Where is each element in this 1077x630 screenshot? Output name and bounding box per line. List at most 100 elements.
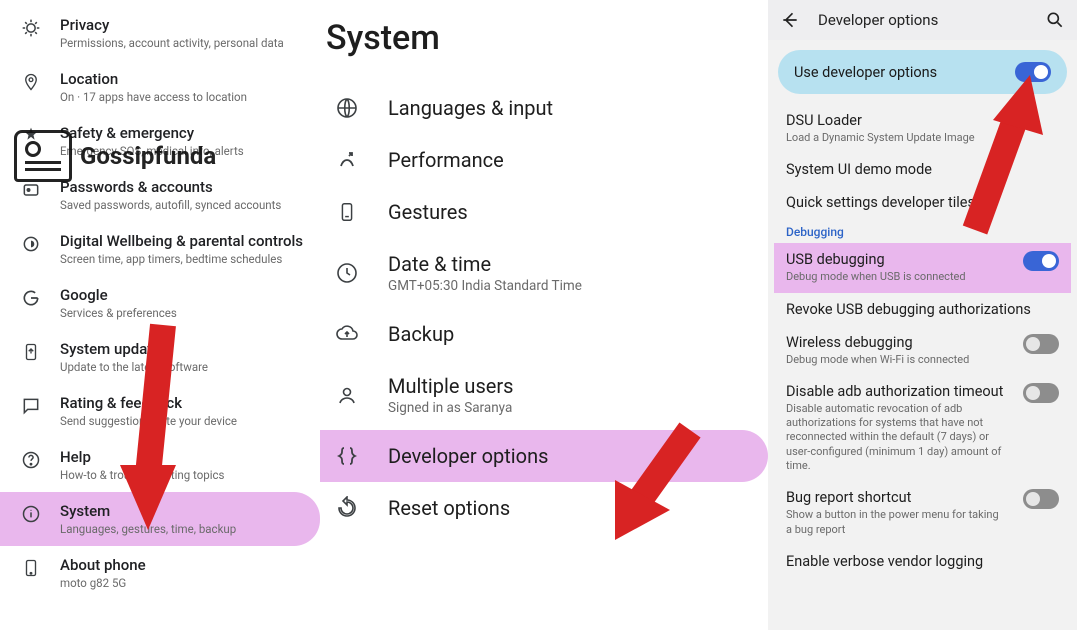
item-title: About phone xyxy=(60,556,146,574)
item-sub: Show a button in the power menu for taki… xyxy=(786,508,1006,537)
item-sub: Debug mode when USB is connected xyxy=(786,270,966,284)
item-title: Bug report shortcut xyxy=(786,489,1006,506)
item-title: Gestures xyxy=(388,200,468,224)
watermark-text: Gossipfunda xyxy=(80,142,216,170)
page-title: System xyxy=(320,8,768,82)
settings-item-google[interactable]: Google Services & preferences xyxy=(0,276,320,330)
system-item-users[interactable]: Multiple users Signed in as Saranya xyxy=(320,360,768,430)
users-icon xyxy=(334,383,360,407)
item-sub: Saved passwords, autofill, synced accoun… xyxy=(60,198,281,212)
settings-item-system[interactable]: System Languages, gestures, time, backup xyxy=(0,492,320,546)
item-title: Developer options xyxy=(388,444,548,468)
item-title: Date & time xyxy=(388,252,582,276)
settings-item-help[interactable]: Help How-to & troubleshooting topics xyxy=(0,438,320,492)
item-sub: Send suggestions, rate your device xyxy=(60,414,237,428)
help-icon xyxy=(20,450,42,470)
appbar: Developer options xyxy=(768,0,1077,40)
performance-icon xyxy=(334,148,360,172)
toggle-switch-icon[interactable] xyxy=(1023,489,1059,509)
location-icon xyxy=(20,72,42,92)
item-sub: Load a Dynamic System Update Image xyxy=(786,131,975,145)
item-title: Privacy xyxy=(60,16,284,34)
item-sub: How-to & troubleshooting topics xyxy=(60,468,224,482)
dev-item-dsu[interactable]: DSU Loader Load a Dynamic System Update I… xyxy=(774,104,1071,153)
search-icon[interactable] xyxy=(1045,10,1065,30)
item-title: Enable verbose vendor logging xyxy=(786,553,983,570)
item-sub: Permissions, account activity, personal … xyxy=(60,36,284,50)
watermark-logo: Gossipfunda xyxy=(14,130,216,182)
item-title: DSU Loader xyxy=(786,112,975,129)
settings-item-privacy[interactable]: Privacy Permissions, account activity, pe… xyxy=(0,6,320,60)
item-title: Quick settings developer tiles xyxy=(786,194,975,211)
key-icon xyxy=(20,180,42,200)
info-icon xyxy=(20,504,42,524)
privacy-icon xyxy=(20,18,42,38)
settings-item-location[interactable]: Location On · 17 apps have access to loca… xyxy=(0,60,320,114)
item-title: Help xyxy=(60,448,224,466)
system-item-languages[interactable]: Languages & input xyxy=(320,82,768,134)
item-title: Google xyxy=(60,286,177,304)
system-item-performance[interactable]: Performance xyxy=(320,134,768,186)
appbar-title: Developer options xyxy=(818,11,1027,29)
toggle-switch-icon[interactable] xyxy=(1023,251,1059,271)
developer-options-screen[interactable]: Developer options Use developer options … xyxy=(768,0,1077,630)
item-title: Rating & feedback xyxy=(60,394,237,412)
item-sub: Languages, gestures, time, backup xyxy=(60,522,236,536)
wellbeing-icon xyxy=(20,234,42,254)
globe-icon xyxy=(334,96,360,120)
item-title: Location xyxy=(60,70,247,88)
settings-item-wellbeing[interactable]: Digital Wellbeing & parental controls Scr… xyxy=(0,222,320,276)
item-title: Disable adb authorization timeout xyxy=(786,383,1006,400)
item-sub: Screen time, app timers, bedtime schedul… xyxy=(60,252,303,266)
feedback-icon xyxy=(20,396,42,416)
system-item-datetime[interactable]: Date & time GMT+05:30 India Standard Time xyxy=(320,238,768,308)
gestures-icon xyxy=(334,200,360,224)
item-sub: moto g82 5G xyxy=(60,576,146,590)
dev-item-bugreport[interactable]: Bug report shortcut Show a button in the … xyxy=(774,481,1071,545)
dev-item-wireless-debugging[interactable]: Wireless debuggingDebug mode when Wi-Fi … xyxy=(774,326,1071,375)
system-item-reset[interactable]: Reset options xyxy=(320,482,768,534)
dev-item-revoke-usb[interactable]: Revoke USB debugging authorizations xyxy=(774,293,1071,326)
system-item-backup[interactable]: Backup xyxy=(320,308,768,360)
toggle-switch-icon[interactable] xyxy=(1015,62,1051,82)
use-developer-options-toggle[interactable]: Use developer options xyxy=(778,50,1067,94)
item-title: USB debugging xyxy=(786,251,966,268)
settings-item-system-update[interactable]: System update Update to the latest softwa… xyxy=(0,330,320,384)
phone-icon xyxy=(20,558,42,578)
item-sub: Update to the latest software xyxy=(60,360,208,374)
google-icon xyxy=(20,288,42,308)
item-sub: On · 17 apps have access to location xyxy=(60,90,247,104)
settings-main-list[interactable]: Privacy Permissions, account activity, pe… xyxy=(0,0,320,630)
item-sub: Signed in as Saranya xyxy=(388,400,513,416)
item-title: System update xyxy=(60,340,208,358)
toggle-label: Use developer options xyxy=(794,64,937,81)
braces-icon xyxy=(334,444,360,468)
dev-item-quick-tiles[interactable]: Quick settings developer tiles xyxy=(774,186,1071,219)
logo-icon xyxy=(14,130,72,182)
item-sub: Debug mode when Wi-Fi is connected xyxy=(786,353,969,367)
item-title: Digital Wellbeing & parental controls xyxy=(60,232,303,250)
settings-item-feedback[interactable]: Rating & feedback Send suggestions, rate … xyxy=(0,384,320,438)
reset-icon xyxy=(334,496,360,520)
item-title: Revoke USB debugging authorizations xyxy=(786,301,1031,318)
system-item-gestures[interactable]: Gestures xyxy=(320,186,768,238)
item-sub: Disable automatic revocation of adb auth… xyxy=(786,402,1006,473)
section-debugging: Debugging xyxy=(774,219,1071,243)
dev-item-usb-debugging[interactable]: USB debugging Debug mode when USB is conn… xyxy=(774,243,1071,292)
system-item-developer-options[interactable]: Developer options xyxy=(320,430,768,482)
item-sub: GMT+05:30 India Standard Time xyxy=(388,278,582,294)
settings-item-about[interactable]: About phone moto g82 5G xyxy=(0,546,320,600)
item-sub: Services & preferences xyxy=(60,306,177,320)
toggle-switch-icon[interactable] xyxy=(1023,383,1059,403)
item-title: System xyxy=(60,502,236,520)
dev-item-ui-demo[interactable]: System UI demo mode xyxy=(774,153,1071,186)
item-title: Multiple users xyxy=(388,374,513,398)
toggle-switch-icon[interactable] xyxy=(1023,334,1059,354)
backup-icon xyxy=(334,322,360,346)
dev-item-verbose-logging[interactable]: Enable verbose vendor logging xyxy=(774,545,1071,578)
item-title: Performance xyxy=(388,148,504,172)
update-icon xyxy=(20,342,42,362)
dev-item-adb-timeout[interactable]: Disable adb authorization timeout Disable… xyxy=(774,375,1071,481)
system-settings-list[interactable]: System Languages & input Performance Ges… xyxy=(320,0,768,630)
back-icon[interactable] xyxy=(780,10,800,30)
